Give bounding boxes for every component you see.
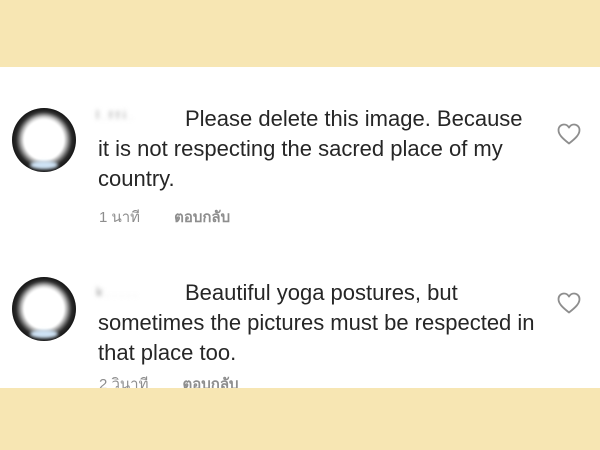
comment-timestamp: 1 นาที [99, 209, 141, 226]
reply-button[interactable]: ตอบกลับ [183, 372, 239, 388]
heart-outline-icon[interactable] [557, 292, 581, 314]
comment-item: l.tti. Please delete this image. Because… [0, 67, 600, 243]
bottom-background-band [0, 388, 600, 450]
comment-meta: 1 นาที ตอบกลับ [99, 205, 230, 229]
top-background-band [0, 0, 600, 67]
comment-text: Please delete this image. Because it is … [98, 106, 523, 191]
heart-outline-icon[interactable] [557, 123, 581, 145]
comments-panel: l.tti. Please delete this image. Because… [0, 67, 600, 388]
reply-button[interactable]: ตอบกลับ [174, 205, 230, 229]
comment-timestamp: 2 วินาที [99, 376, 149, 388]
avatar[interactable] [12, 277, 76, 341]
comment-text: Beautiful yoga postures, but sometimes t… [98, 280, 535, 365]
comment-meta: 2 วินาที ตอบกลับ [99, 372, 239, 388]
avatar[interactable] [12, 108, 76, 172]
comment-item: k..... Beautiful yoga postures, but some… [0, 243, 600, 388]
